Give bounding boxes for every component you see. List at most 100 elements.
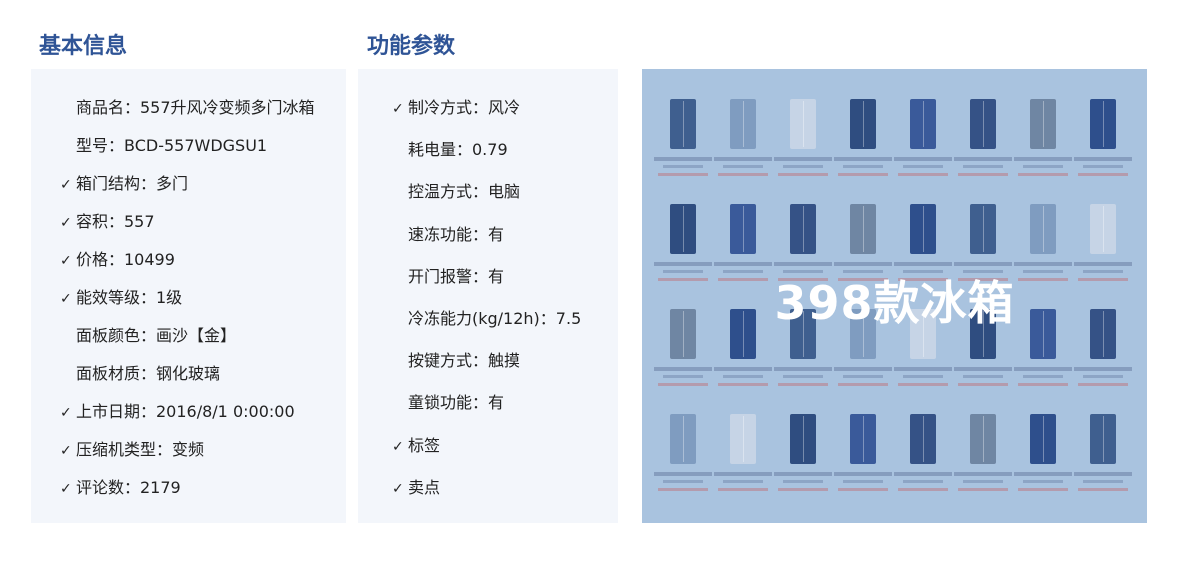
fridge-thumbnail-image (850, 414, 876, 464)
price-line (778, 383, 828, 386)
check-icon: ✓ (60, 481, 72, 497)
price-line (658, 173, 708, 176)
caption-line (954, 262, 1012, 266)
caption-line (843, 480, 883, 483)
check-icon: ✓ (392, 438, 404, 455)
caption-line (894, 367, 952, 371)
fridge-thumbnail-image (970, 414, 996, 464)
fridge-thumbnail-image (970, 99, 996, 149)
fridge-thumbnail-image (790, 204, 816, 254)
fridge-thumbnail-image (1030, 414, 1056, 464)
price-line (718, 488, 768, 491)
info-row: 开门报警：有 (392, 263, 504, 287)
caption-line (783, 165, 823, 168)
caption-line (663, 480, 703, 483)
caption-line (774, 262, 832, 266)
caption-line (1083, 375, 1123, 378)
price-line (658, 488, 708, 491)
caption-line (663, 375, 703, 378)
price-line (778, 173, 828, 176)
info-row: 型号：BCD-557WDGSU1 (60, 132, 267, 156)
info-row-text: 耗电量：0.79 (408, 140, 508, 160)
price-line (718, 173, 768, 176)
caption-line (714, 157, 772, 161)
caption-line (714, 472, 772, 476)
price-line (1078, 383, 1128, 386)
price-line (1078, 173, 1128, 176)
info-row: 面板材质：钢化玻璃 (60, 360, 220, 384)
info-row: ✓ 标签 (392, 432, 440, 456)
fridge-thumbnail-image (1090, 99, 1116, 149)
price-line (1018, 488, 1068, 491)
price-line (838, 488, 888, 491)
info-row-text: 压缩机类型：变频 (76, 440, 205, 459)
fridge-catalog-thumbnail[interactable]: 398款冰箱 (642, 69, 1147, 523)
info-row: 商品名：557升风冷变频多门冰箱 (60, 94, 315, 118)
caption-line (903, 375, 943, 378)
caption-line (774, 472, 832, 476)
info-row-text: 箱门结构：多门 (76, 174, 189, 193)
info-row-text: 商品名：557升风冷变频多门冰箱 (76, 98, 315, 117)
caption-line (834, 157, 892, 161)
info-row-text: 评论数：2179 (76, 478, 181, 497)
caption-line (783, 375, 823, 378)
info-row: ✓ 卖点 (392, 474, 440, 498)
basic-info-panel: 商品名：557升风冷变频多门冰箱 型号：BCD-557WDGSU1 ✓ 箱门结构：多门… (31, 69, 346, 523)
fridge-thumbnail-image (670, 99, 696, 149)
fridge-thumbnail-image (850, 204, 876, 254)
fridge-thumbnail-image (1030, 99, 1056, 149)
caption-line (843, 375, 883, 378)
caption-line (654, 367, 712, 371)
info-row-text: 按键方式：触摸 (408, 351, 521, 371)
price-line (898, 488, 948, 491)
caption-line (1014, 472, 1072, 476)
info-row-text: 标签 (408, 435, 441, 455)
fridge-thumbnail-image (1090, 414, 1116, 464)
price-line (838, 173, 888, 176)
info-row: 按键方式：触摸 (392, 347, 520, 371)
info-row: 耗电量：0.79 (392, 136, 508, 160)
price-line (1018, 173, 1068, 176)
check-icon: ✓ (60, 253, 72, 269)
caption-line (834, 472, 892, 476)
caption-line (1074, 157, 1132, 161)
caption-line (1083, 480, 1123, 483)
function-params-panel: ✓ 制冷方式：风冷 耗电量：0.79 控温方式：电脑 速冻功能：有 开门报警：有 冷冻能力(… (358, 69, 618, 523)
price-line (958, 488, 1008, 491)
price-line (718, 383, 768, 386)
caption-line (903, 480, 943, 483)
check-icon: ✓ (392, 480, 404, 497)
info-row: ✓ 箱门结构：多门 (60, 170, 188, 194)
caption-line (903, 165, 943, 168)
price-line (838, 383, 888, 386)
info-row: ✓ 能效等级：1级 (60, 284, 182, 308)
info-row: 速冻功能：有 (392, 221, 504, 245)
info-row: ✓ 制冷方式：风冷 (392, 94, 520, 118)
info-row: ✓ 评论数：2179 (60, 474, 181, 498)
caption-line (1074, 367, 1132, 371)
caption-line (723, 375, 763, 378)
fridge-thumbnail-image (970, 204, 996, 254)
caption-line (1074, 472, 1132, 476)
caption-line (963, 480, 1003, 483)
caption-line (1014, 367, 1072, 371)
caption-line (723, 480, 763, 483)
caption-line (663, 165, 703, 168)
caption-line (1083, 165, 1123, 168)
info-row-text: 冷冻能力(kg/12h)：7.5 (408, 309, 582, 328)
info-row-text: 型号：BCD-557WDGSU1 (76, 136, 268, 155)
info-row-text: 制冷方式：风冷 (408, 98, 521, 117)
caption-line (963, 165, 1003, 168)
fridge-thumbnail-image (910, 204, 936, 254)
check-icon: ✓ (60, 177, 72, 193)
price-line (958, 383, 1008, 386)
fridge-thumbnail-image (790, 414, 816, 464)
caption-line (774, 157, 832, 161)
info-row: ✓ 价格：10499 (60, 246, 175, 270)
check-icon: ✓ (60, 215, 72, 231)
check-icon: ✓ (392, 101, 404, 117)
caption-line (894, 472, 952, 476)
fridge-thumbnail-image (790, 99, 816, 149)
caption-line (954, 472, 1012, 476)
info-row-text: 开门报警：有 (408, 266, 505, 286)
